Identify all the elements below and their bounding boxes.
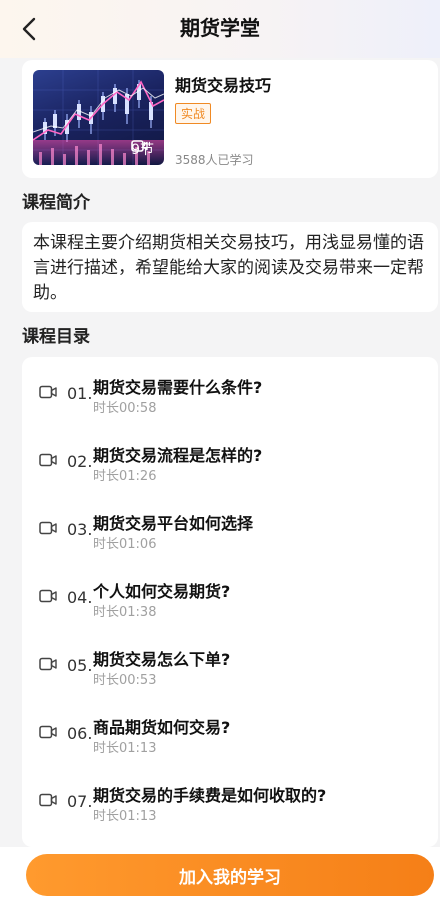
intro-heading: 课程简介 [22, 193, 90, 213]
lesson-number: 04. [67, 588, 93, 607]
lesson-number: 03. [67, 520, 93, 539]
video-icon [39, 657, 57, 671]
lesson-title: 期货交易的手续费是如何收取的? [93, 786, 327, 805]
lesson-number: 02. [67, 452, 93, 471]
lesson-item[interactable]: 04. 个人如何交易期货? 时长01:38 [22, 569, 438, 629]
lesson-duration: 时长00:53 [93, 673, 157, 688]
lesson-number: 07. [67, 792, 93, 811]
join-learning-button[interactable]: 加入我的学习 [26, 854, 434, 896]
lesson-item[interactable]: 06. 商品期货如何交易? 时长01:13 [22, 705, 438, 765]
lesson-number: 01. [67, 384, 93, 403]
lesson-title: 期货交易需要什么条件? [93, 378, 263, 397]
intro-text: 本课程主要介绍期货相关交易技巧，用浅显易懂的语言进行描述，希望能给大家的阅读及交… [33, 233, 424, 303]
lesson-item[interactable]: 01. 期货交易需要什么条件? 时长00:58 [22, 365, 438, 425]
lesson-item[interactable]: 02. 期货交易流程是怎样的? 时长01:26 [22, 433, 438, 493]
lesson-title: 期货交易流程是怎样的? [93, 446, 263, 465]
video-icon [39, 385, 57, 399]
lesson-item[interactable]: 05. 期货交易怎么下单? 时长00:53 [22, 637, 438, 697]
lesson-duration: 时长01:13 [93, 741, 157, 756]
video-icon [39, 725, 57, 739]
lesson-duration: 时长01:06 [93, 537, 157, 552]
lesson-count: 9节 [131, 139, 154, 159]
lesson-item[interactable]: 03. 期货交易平台如何选择 时长01:06 [22, 501, 438, 561]
intro-card: 本课程主要介绍期货相关交易技巧，用浅显易懂的语言进行描述，希望能给大家的阅读及交… [22, 222, 438, 312]
video-icon [131, 140, 148, 152]
video-icon [39, 793, 57, 807]
lesson-duration: 时长00:58 [93, 401, 157, 416]
video-icon [39, 453, 57, 467]
course-tag: 实战 [175, 103, 212, 124]
lesson-title: 期货交易平台如何选择 [93, 514, 254, 533]
bottom-bar: 加入我的学习 [0, 847, 440, 897]
course-name: 期货交易技巧 [175, 76, 272, 95]
lesson-duration: 时长01:26 [93, 469, 157, 484]
lesson-duration: 时长01:13 [93, 809, 157, 824]
lesson-duration: 时长01:38 [93, 605, 157, 620]
course-thumbnail[interactable]: 9节 [33, 70, 164, 165]
lesson-item[interactable]: 07. 期货交易的手续费是如何收取的? 时长01:13 [22, 773, 438, 833]
course-card: 9节 期货交易技巧 实战 3588人已学习 [22, 60, 438, 178]
lesson-number: 05. [67, 656, 93, 675]
lesson-number: 06. [67, 724, 93, 743]
lesson-title: 个人如何交易期货? [93, 582, 231, 601]
lesson-list: 01. 期货交易需要什么条件? 时长00:58 02. 期货交易流程是怎样的? … [22, 357, 438, 847]
learner-count: 3588人已学习 [175, 153, 254, 167]
lesson-title: 商品期货如何交易? [93, 718, 231, 737]
video-icon [39, 589, 57, 603]
header-bar: 期货学堂 [0, 0, 440, 58]
catalog-heading: 课程目录 [22, 327, 90, 347]
video-icon [39, 521, 57, 535]
page-title: 期货学堂 [180, 16, 260, 40]
lesson-title: 期货交易怎么下单? [93, 650, 231, 669]
